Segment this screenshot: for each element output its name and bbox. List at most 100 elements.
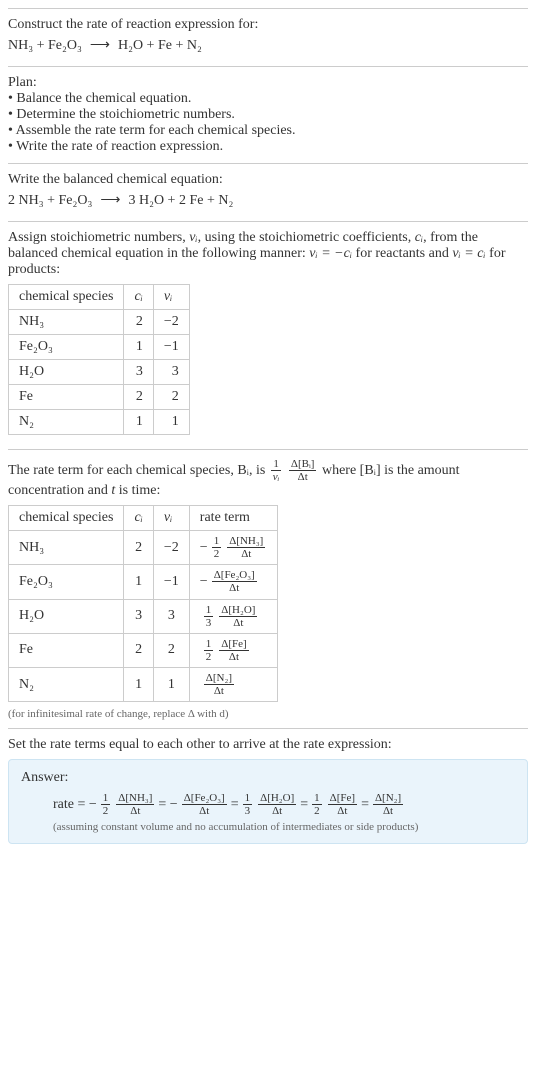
assign-text-part: for reactants and (352, 246, 452, 261)
sign: − (200, 540, 208, 556)
c-symbol: cᵢ (415, 230, 423, 245)
table-row: Fe2212Δ[Fe]Δt (9, 633, 278, 667)
col-nu: νᵢ (153, 506, 189, 531)
frac-num: 1 (204, 604, 214, 617)
frac-den: Δt (116, 805, 154, 817)
fraction: Δ[Fe₂O₃]Δt (212, 569, 257, 594)
intro-eq-lhs: NH₃ + Fe₂O₃ (8, 38, 82, 54)
frac-den: Δt (219, 651, 248, 663)
cell-nu: 2 (153, 633, 189, 667)
table-row: NH₃2−2−12Δ[NH₃]Δt (9, 531, 278, 565)
assign-text-part: , using the stoichiometric coefficients, (198, 230, 415, 245)
intro-equation: NH₃ + Fe₂O₃ ⟶ H₂O + Fe + N₂ (8, 37, 528, 54)
sign: − (200, 574, 208, 590)
equals: = (231, 797, 239, 813)
fraction: Δ[Fe₂O₃]Δt (182, 792, 227, 817)
equals: = (361, 797, 369, 813)
plan-section: Plan: • Balance the chemical equation. •… (8, 66, 528, 163)
rateterm-text-part: is time: (115, 483, 160, 498)
table-header-row: chemical species cᵢ νᵢ (9, 285, 190, 310)
frac-num: 1 (212, 535, 222, 548)
cell-c: 2 (124, 385, 153, 410)
cell-nu: 3 (153, 599, 189, 633)
nu-symbol: νᵢ (189, 230, 197, 245)
fraction: Δ[N₂]Δt (373, 792, 403, 817)
rateterm-section: The rate term for each chemical species,… (8, 449, 528, 728)
col-species: chemical species (9, 506, 124, 531)
frac-den: Δt (219, 617, 257, 629)
cell-species: Fe₂O₃ (9, 335, 124, 360)
fraction: Δ[Fe]Δt (219, 638, 248, 663)
table-row: N₂ 1 1 (9, 410, 190, 435)
fraction: 12 (101, 792, 111, 817)
cell-c: 2 (124, 531, 153, 565)
cell-c: 2 (124, 633, 153, 667)
frac-num: Δ[N₂] (373, 792, 403, 805)
frac-num: Δ[H₂O] (258, 792, 296, 805)
cell-rate: 13Δ[H₂O]Δt (189, 599, 278, 633)
cell-c: 1 (124, 410, 153, 435)
fraction: Δ[Bᵢ] Δt (289, 458, 317, 483)
frac-num: Δ[Fe] (219, 638, 248, 651)
assign-text-part: Assign stoichiometric numbers, (8, 230, 189, 245)
cell-nu: −1 (153, 335, 189, 360)
answer-box: Answer: rate = − 12Δ[NH₃]Δt = −Δ[Fe₂O₃]Δ… (8, 759, 528, 844)
cell-species: H₂O (9, 599, 124, 633)
table-row: N₂11Δ[N₂]Δt (9, 667, 278, 701)
frac-num: Δ[Fe₂O₃] (182, 792, 227, 805)
relation: νᵢ = −cᵢ (309, 246, 352, 261)
assign-section: Assign stoichiometric numbers, νᵢ, using… (8, 221, 528, 449)
plan-item: • Determine the stoichiometric numbers. (8, 107, 528, 123)
frac-den: Δt (373, 805, 403, 817)
col-c: cᵢ (124, 506, 153, 531)
final-text: Set the rate terms equal to each other t… (8, 737, 528, 753)
fraction: 12 (212, 535, 222, 560)
rate-footnote: (for infinitesimal rate of change, repla… (8, 708, 528, 720)
cell-nu: 1 (153, 667, 189, 701)
plan-item: • Assemble the rate term for each chemic… (8, 123, 528, 139)
col-rate: rate term (189, 506, 278, 531)
frac-den: Δt (328, 805, 357, 817)
cell-nu: 3 (153, 360, 189, 385)
equals: = (300, 797, 308, 813)
balance-eq-rhs: 3 H₂O + 2 Fe + N₂ (128, 193, 233, 209)
fraction: Δ[H₂O]Δt (258, 792, 296, 817)
rate-table: chemical species cᵢ νᵢ rate term NH₃2−2−… (8, 505, 278, 702)
assign-text: Assign stoichiometric numbers, νᵢ, using… (8, 230, 528, 278)
fraction: 13 (204, 604, 214, 629)
frac-den: 2 (101, 805, 111, 817)
frac-den: Δt (227, 548, 265, 560)
cell-species: Fe (9, 633, 124, 667)
cell-rate: −12Δ[NH₃]Δt (189, 531, 278, 565)
plan-item: • Balance the chemical equation. (8, 91, 528, 107)
fraction: 1 νᵢ (271, 458, 282, 483)
cell-c: 1 (124, 335, 153, 360)
frac-den: Δt (258, 805, 296, 817)
frac-den: Δt (289, 471, 317, 483)
answer-label: Answer: (21, 770, 515, 786)
stoich-table: chemical species cᵢ νᵢ NH₃ 2 −2 Fe₂O₃ 1 … (8, 284, 190, 435)
frac-num: Δ[Bᵢ] (289, 458, 317, 471)
answer-footnote: (assuming constant volume and no accumul… (53, 821, 515, 833)
frac-num: 1 (312, 792, 322, 805)
answer-expression: rate = − 12Δ[NH₃]Δt = −Δ[Fe₂O₃]Δt = 13Δ[… (53, 792, 515, 817)
cell-rate: Δ[N₂]Δt (189, 667, 278, 701)
fraction: Δ[Fe]Δt (328, 792, 357, 817)
cell-rate: 12Δ[Fe]Δt (189, 633, 278, 667)
frac-den: 3 (204, 617, 214, 629)
cell-species: NH₃ (9, 531, 124, 565)
table-row: Fe₂O₃ 1 −1 (9, 335, 190, 360)
balance-text: Write the balanced chemical equation: (8, 172, 528, 188)
fraction: Δ[NH₃]Δt (227, 535, 265, 560)
rateterm-text: The rate term for each chemical species,… (8, 463, 460, 498)
frac-num: 1 (271, 458, 282, 471)
table-row: H₂O 3 3 (9, 360, 190, 385)
plan-title: Plan: (8, 75, 528, 91)
frac-den: νᵢ (271, 471, 282, 483)
frac-den: Δt (204, 685, 234, 697)
cell-nu: −2 (153, 531, 189, 565)
intro-eq-rhs: H₂O + Fe + N₂ (118, 38, 202, 54)
col-c: cᵢ (124, 285, 153, 310)
cell-species: N₂ (9, 410, 124, 435)
frac-num: Δ[NH₃] (227, 535, 265, 548)
